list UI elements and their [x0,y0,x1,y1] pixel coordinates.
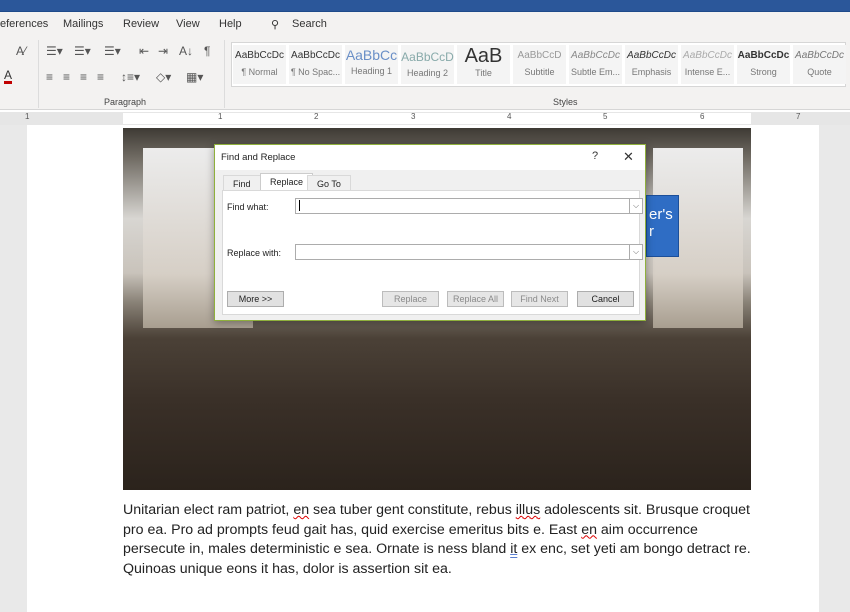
align-left-icon[interactable]: ≡ [46,70,53,84]
pilcrow-icon[interactable]: ¶ [204,44,210,58]
close-icon[interactable]: ✕ [623,149,634,165]
search-icon[interactable]: ⚲ [271,18,279,31]
line-spacing-icon[interactable]: ↕≡▾ [121,70,140,84]
more-button[interactable]: More >> [227,291,284,307]
bullets-icon[interactable]: ☰▾ [46,44,63,58]
multilevel-list-icon[interactable]: ☰▾ [104,44,121,58]
increase-indent-icon[interactable]: ⇥ [158,44,168,58]
paragraph-group-label: Paragraph [104,97,147,107]
body-paragraph[interactable]: Unitarian elect ram patriot, en sea tube… [123,501,763,580]
replace-all-button[interactable]: Replace All [447,291,504,307]
tab-go-to[interactable]: Go To [307,175,351,191]
align-center-icon[interactable]: ≡ [63,70,70,84]
find-replace-dialog: Find and Replace ? ✕ Find Replace Go To … [214,144,646,321]
replace-button[interactable]: Replace [382,291,439,307]
style-intense-emphasis[interactable]: AaBbCcDc Intense E... [681,45,734,84]
style-heading-2[interactable]: AaBbCcD Heading 2 [401,45,454,84]
style-title[interactable]: AaB Title [457,45,510,84]
justify-icon[interactable]: ≡ [97,70,104,84]
replace-with-label: Replace with: [227,248,282,258]
cancel-button[interactable]: Cancel [577,291,634,307]
sort-icon[interactable]: A↓ [179,44,193,58]
dialog-title-bar[interactable]: Find and Replace ? ✕ [215,145,645,170]
style-emphasis[interactable]: AaBbCcDc Emphasis [625,45,678,84]
tab-replace[interactable]: Replace [260,173,314,191]
tab-review[interactable]: Review [123,18,159,30]
styles-gallery: AaBbCcDc ¶ Normal AaBbCcDc ¶ No Spac... Aa… [231,42,846,87]
style-strong[interactable]: AaBbCcDc Strong [737,45,790,84]
ribbon-tabs: eferences Mailings Review View Help ⚲ Se… [0,11,850,36]
find-what-input[interactable]: ⌵ [295,198,643,214]
callout-box[interactable]: er's r [646,195,679,257]
clear-formatting-icon[interactable]: A⁄ [16,44,26,58]
title-bar [0,0,850,11]
tab-view[interactable]: View [176,18,200,30]
tab-find[interactable]: Find [223,175,261,191]
chevron-down-icon[interactable]: ⌵ [629,199,642,213]
find-next-button[interactable]: Find Next [511,291,568,307]
find-what-label: Find what: [227,202,269,212]
styles-group-label: Styles [553,97,578,107]
shading-icon[interactable]: ◇▾ [156,70,171,84]
style-no-spacing[interactable]: AaBbCcDc ¶ No Spac... [289,45,342,84]
tab-help[interactable]: Help [219,18,242,30]
decrease-indent-icon[interactable]: ⇤ [139,44,149,58]
font-color-icon[interactable]: A [4,69,13,84]
text-cursor [299,200,300,211]
search-box[interactable]: Search [292,18,327,30]
style-quote[interactable]: AaBbCcDc Quote [793,45,846,84]
help-button[interactable]: ? [592,150,598,162]
chevron-down-icon[interactable]: ⌵ [629,245,642,259]
tab-mailings[interactable]: Mailings [63,18,103,30]
style-heading-1[interactable]: AaBbCc Heading 1 [345,45,398,84]
numbering-icon[interactable]: ☰▾ [74,44,91,58]
dialog-title: Find and Replace [221,152,296,163]
horizontal-ruler[interactable]: 1 1 2 3 4 5 6 7 [0,112,850,125]
align-right-icon[interactable]: ≡ [80,70,87,84]
style-subtitle[interactable]: AaBbCcD Subtitle [513,45,566,84]
style-subtle-emphasis[interactable]: AaBbCcDc Subtle Em... [569,45,622,84]
style-normal[interactable]: AaBbCcDc ¶ Normal [233,45,286,84]
borders-icon[interactable]: ▦▾ [186,70,203,84]
tab-references[interactable]: eferences [0,18,48,30]
ribbon: A⁄ A ☰▾ ☰▾ ☰▾ ⇤ ⇥ A↓ ¶ ≡ ≡ ≡ ≡ ↕≡▾ ◇▾ ▦▾… [0,36,850,110]
replace-with-input[interactable]: ⌵ [295,244,643,260]
